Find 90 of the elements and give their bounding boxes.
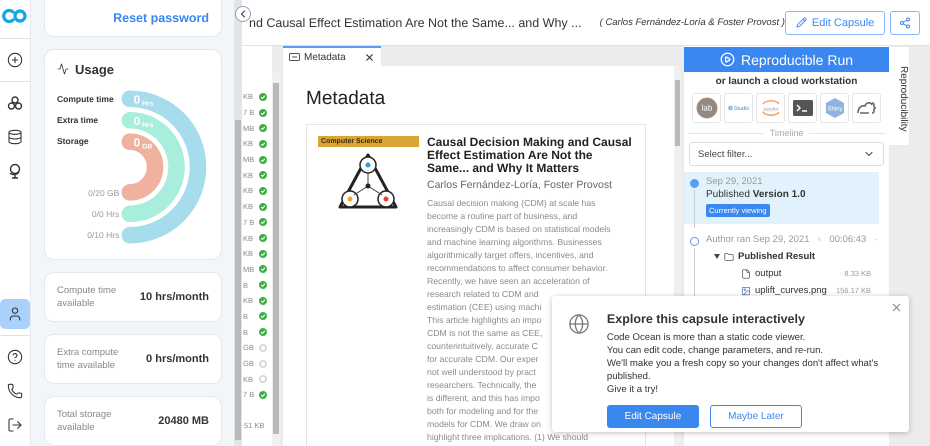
play-icon	[720, 52, 735, 67]
scrollbar[interactable]	[234, 0, 242, 446]
entry-text: Author ran Sep 29, 2021	[706, 234, 810, 245]
abstract-line: is different, and this has impo	[427, 392, 540, 405]
usage-gauge-drawing: 0 $_{Hrs}$ 0 $_{Hrs}$ 0 $_{GB}$	[121, 88, 211, 246]
stat-value: 20480 MB	[158, 415, 209, 427]
meter-total: 0/20 GB	[87, 186, 120, 200]
stat-value: 10 hrs/month	[140, 291, 209, 303]
abstract-line: recommendations to affect consumer behavior.	[427, 262, 608, 275]
stat-label: Extra compute time available	[57, 346, 120, 372]
share-icon	[899, 16, 912, 28]
help-icon	[7, 349, 23, 365]
app-logo	[2, 8, 28, 24]
abstract-line: highlight three implications. (1) We should	[427, 431, 588, 444]
meter-label: Storage	[57, 134, 90, 148]
abstract-line: not well understood by pract	[427, 366, 536, 379]
workstation-button[interactable]	[852, 93, 881, 123]
image-icon	[741, 286, 751, 296]
abstract-line: for accurate CDM. Our exper	[427, 353, 539, 366]
clock-icon	[818, 235, 822, 244]
abstract-line: increasingly CDM is based on statistical models	[427, 223, 610, 236]
usage-title: Usage	[75, 62, 114, 77]
phone-icon	[7, 383, 23, 399]
popup-text: You can edit code, change parameters, and re-run.	[606, 344, 824, 357]
filter-select[interactable]: Select filter...	[689, 142, 884, 166]
edit-capsule-button[interactable]: Edit Capsule	[606, 405, 699, 428]
paper-authors: Carlos Fernández-Loría, Foster Provost	[427, 179, 613, 191]
scrollbar[interactable]	[272, 71, 280, 446]
pulse-icon	[57, 63, 69, 76]
metadata-tab[interactable]: Metadata	[283, 46, 381, 66]
meter-label: Extra time	[57, 114, 100, 127]
tag-icon	[289, 53, 300, 61]
close-button[interactable]	[890, 301, 903, 314]
popup-text: We'll make you a fresh copy so your changes don't affect what's published.	[606, 357, 880, 383]
abstract-line: research related to CDM and	[427, 288, 539, 301]
edit-capsule-button[interactable]: Edit Capsule	[784, 10, 886, 34]
meter-label: Compute time	[57, 92, 115, 106]
user-icon	[7, 306, 23, 322]
globe-stand-icon	[7, 163, 23, 179]
run-duration: 00:06:43	[829, 234, 866, 245]
metadata-heading: Metadata	[306, 88, 386, 110]
nav-button[interactable]	[0, 299, 30, 329]
stat-label: Total storage available	[57, 408, 112, 434]
popup-text: Give it a try!	[606, 383, 660, 396]
timeline-dot	[690, 179, 699, 188]
abstract-line: researchers. Technically, the	[427, 379, 536, 392]
abstract-line: models for CDM. We draw on	[427, 418, 541, 431]
workstation-button[interactable]	[788, 93, 817, 123]
capsule-title: nd Causal Effect Estimation Are Not the Same... and Why ...	[249, 16, 582, 30]
meter-total: 0/0 Hrs	[90, 208, 120, 221]
abstract-line: Causal decision making (CDM) at scale has	[427, 197, 596, 210]
folder-icon	[724, 252, 734, 262]
abstract-line: and machine learning algorithms. Businesses	[427, 236, 602, 249]
popup-text: Code Ocean is more than a static code viewer.	[606, 331, 806, 344]
maybe-later-button[interactable]: Maybe Later	[710, 405, 802, 428]
timeline-dot	[690, 237, 699, 246]
popup-title: Explore this capsule interactively	[606, 312, 806, 326]
file-name[interactable]: uplift_curves.png	[755, 285, 832, 296]
globe-icon	[568, 312, 590, 336]
reproducibility-tab[interactable]: Reproducibility	[889, 47, 909, 145]
entry-text: Published Version 1.0	[706, 189, 807, 200]
file-name[interactable]: output	[755, 268, 840, 279]
database-icon	[7, 129, 23, 145]
three-circles-icon	[7, 95, 23, 111]
logout-icon	[7, 417, 23, 433]
entry-date: Sep 29, 2021	[706, 176, 764, 187]
reproducible-run-button[interactable]: Reproducible Run	[684, 47, 889, 72]
abstract-line: This article highlights an impo	[427, 314, 542, 327]
plus-circle-icon	[7, 52, 23, 68]
abstract-line: counterintuitively, accurate C	[427, 340, 538, 353]
pencil-icon	[796, 17, 807, 28]
abstract-line: estimation (CEE) using machi	[427, 301, 542, 314]
abstract-line: both for modeling and for the	[427, 405, 538, 418]
paper-title: Causal Decision Making and Causal Effect Estimation Are Not the Same... and Why It Matters	[427, 136, 633, 175]
abstract-line: Recently, we have seen an acceleration of	[427, 275, 590, 288]
abstract-line: algorithmically target offers, incentives, and	[427, 249, 594, 262]
share-button[interactable]	[890, 10, 920, 34]
file-icon	[741, 268, 751, 278]
reset-password-link[interactable]: Reset password	[113, 10, 209, 25]
abstract-line: become a routine part of business, and	[427, 210, 578, 223]
collapse-button[interactable]	[235, 6, 251, 22]
capsule-authors: ( Carlos Fernández-Loría & Foster Provost )	[600, 17, 785, 28]
stat-value: 0 hrs/month	[146, 353, 209, 365]
close-icon	[364, 52, 375, 62]
abstract-line: CDM is not the same as CEE,	[427, 327, 542, 340]
tree-folder[interactable]: Published Result	[706, 251, 879, 262]
timeline-label: Timeline	[770, 128, 804, 138]
workstation-subtitle: or launch a cloud workstation	[714, 76, 858, 87]
meter-total: 0/10 Hrs	[86, 228, 120, 242]
stat-label: Compute time available	[57, 284, 118, 310]
